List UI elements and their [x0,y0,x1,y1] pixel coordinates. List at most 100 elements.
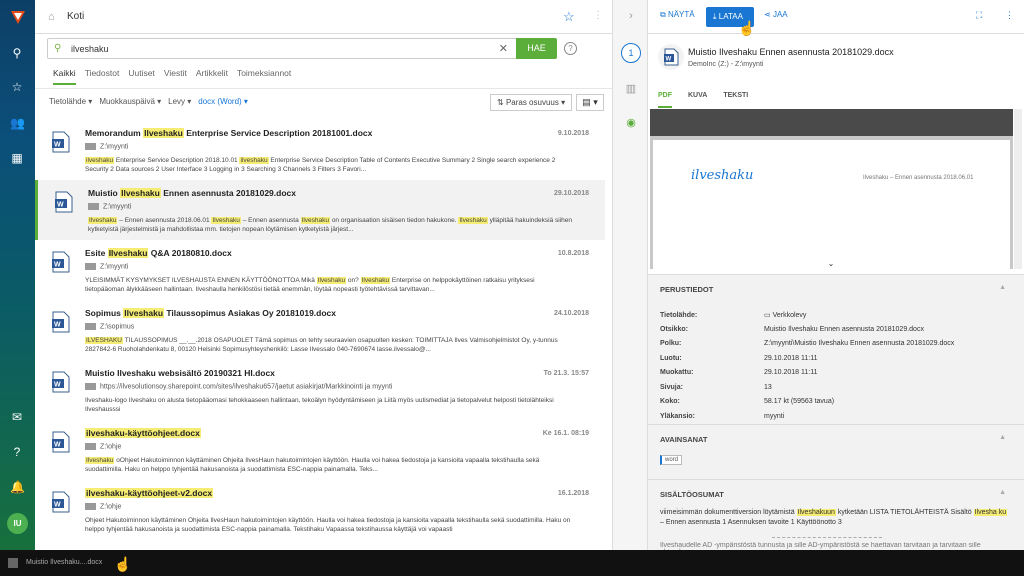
pdf-preview[interactable]: ilveshaku Ilveshaku – Ennen asennusta 20… [650,109,1013,269]
more-icon[interactable]: ⋮ [1005,10,1014,21]
preview-panel: ⧉ NÄYTÄ ⤓ LATAA ⋖ JAA ⛶ ⋮ W Muistio Ilve… [648,0,1024,550]
taskbar: Muistio Ilveshaku....docx [0,550,1024,576]
result-count-badge[interactable]: 1 [621,43,641,63]
highlight: Ilveshaku [107,248,149,258]
svg-text:W: W [54,382,61,389]
page-header-text: Ilveshaku – Ennen asennusta 2018.06.01 [863,175,974,181]
detail-key: Koko: [660,398,680,405]
highlight: Ilveshaku [360,277,391,284]
result-title[interactable]: Memorandum Ilveshaku Enterprise Service … [85,128,605,140]
favorite-star-icon[interactable]: ☆ [563,9,575,25]
result-row[interactable]: W Memorandum Ilveshaku Enterprise Service… [35,120,605,180]
result-title[interactable]: Sopimus Ilveshaku Tilaussopimus Asiakas … [85,308,605,320]
word-doc-icon: W [55,191,73,213]
highlight: Ilveshaku [300,217,331,224]
result-row[interactable]: Wilveshaku-käyttöohjeet-v2.docx 16.1.2018… [35,480,605,540]
result-row[interactable]: W Esite Ilveshaku Q&A 20180810.docx 10.8.2… [35,240,605,300]
star-icon[interactable]: ☆ [10,80,24,94]
result-path: Z:\myynti [85,263,605,273]
chart-icon[interactable]: ▥ [624,82,638,95]
preview-page: ilveshaku Ilveshaku – Ennen asennusta 20… [653,140,1010,269]
tab-uutiset[interactable]: Uutiset [128,68,154,83]
tab-teksti[interactable]: TEKSTI [723,92,748,106]
result-date: To 21.3. 15:57 [543,370,589,377]
highlight: Ilveshaku [316,277,347,284]
section-heading: PERUSTIEDOT [660,285,714,294]
ilveshaku-logo[interactable] [10,9,26,25]
highlight: Ilveshaku [88,217,118,224]
result-title[interactable]: Esite Ilveshaku Q&A 20180810.docx [85,248,605,260]
eye-icon[interactable]: ◉ [624,116,638,129]
detail-value: 29.10.2018 11:11 [764,354,818,362]
result-path: Z:\ohje [85,443,605,453]
svg-text:W: W [57,202,64,209]
apps-icon[interactable]: ▦ [10,151,24,165]
chevron-right-icon[interactable]: › [624,10,638,22]
highlight: ILVESHAKU [85,337,124,344]
result-row[interactable]: W Muistio Ilveshaku Ennen asennusta 20181… [35,180,605,240]
filter-dropdown[interactable]: Tietolähde ▾ [49,97,92,106]
show-button[interactable]: ⧉ NÄYTÄ [660,10,695,20]
sort-dropdown[interactable]: ⇅ Paras osuvuus ▾ [490,94,572,111]
search-icon[interactable]: ⚲ [10,46,24,60]
filter-dropdown[interactable]: Muokkauspäivä ▾ [99,97,161,106]
fullscreen-icon[interactable]: ⛶ [976,10,982,21]
search-button[interactable]: HAE [516,38,557,59]
collapse-icon[interactable]: ▲ [999,284,1006,291]
result-title[interactable]: ilveshaku-käyttöohjeet-v2.docx [85,488,605,500]
taskbar-item[interactable]: Muistio Ilveshaku....docx [26,559,102,566]
tab-kaikki[interactable]: Kaikki [53,68,76,85]
clear-icon[interactable]: ✕ [499,42,508,55]
result-title[interactable]: ilveshaku-käyttöohjeet.docx [85,428,605,440]
detail-value: 29.10.2018 11:11 [764,369,818,376]
result-date: 24.10.2018 [553,310,589,317]
people-icon[interactable]: 👥 [10,116,25,130]
collapse-icon[interactable]: ▲ [999,489,1006,496]
preview-rail: › 1 ▥ ◉ [612,0,648,550]
detail-key: Yläkansio: [660,412,696,420]
avatar[interactable]: IU [7,513,28,534]
detail-value: Muistio Ilveshaku Ennen asennusta 201810… [764,325,924,333]
detail-row: Muokattu: 29.10.2018 11:11 [660,369,817,376]
result-snippet: ilveshaku Enterprise Service Description… [85,157,556,173]
expand-chevron-icon[interactable]: ⌄ [802,259,860,269]
help-icon[interactable]: ? [564,42,577,55]
preview-toolbar: ⧉ NÄYTÄ ⤓ LATAA ⋖ JAA ⛶ ⋮ [648,0,1024,34]
sort-label: Paras osuvuus [505,98,559,107]
tab-pdf[interactable]: PDF [658,92,672,108]
chat-icon[interactable]: ✉ [10,410,24,424]
scrollbar[interactable] [1014,109,1022,269]
bell-icon[interactable]: 🔔 [10,480,25,494]
view-toggle[interactable]: ▤ ▾ [576,94,604,111]
tab-artikkelit[interactable]: Artikkelit [196,68,228,83]
help-icon[interactable]: ? [10,445,24,459]
open-icon: ⧉ [660,10,668,19]
tab-viestit[interactable]: Viestit [164,68,187,83]
share-button[interactable]: ⋖ JAA [764,10,788,19]
match-snippet: viimeisimmän dokumenttiversion löytämist… [660,509,1008,526]
result-row[interactable]: Wilveshaku-käyttöohjeet.docx Ke 16.1. 08:… [35,420,605,480]
result-row[interactable]: W Muistio Ilveshaku websisältö 20190321 H… [35,360,605,420]
side-nav: ⚲ ☆ 👥 ▦ ✉ ? 🔔 IU [0,0,35,550]
result-path: Z:\myynti [88,203,605,213]
filter-dropdown-active[interactable]: docx (Word) ▾ [198,97,248,106]
result-list: W Memorandum Ilveshaku Enterprise Service… [35,120,605,550]
tab-toimeksiannot[interactable]: Toimeksiannot [237,68,291,83]
detail-value: 13 [764,383,772,391]
collapse-icon[interactable]: ▲ [999,434,1006,441]
search-input[interactable]: ilveshaku [71,44,109,54]
result-title[interactable]: Muistio Ilveshaku websisältö 20190321 HI… [85,368,605,380]
result-title[interactable]: Muistio Ilveshaku Ennen asennusta 201810… [88,188,605,200]
detail-value: Z:\myynti\Muistio Ilveshaku Ennen asennu… [764,340,955,347]
result-date: Ke 16.1. 08:19 [542,430,589,437]
keyword-tag[interactable]: word [660,455,683,465]
tab-kuva[interactable]: KUVA [688,92,707,106]
detail-key: Sivuja: [660,383,683,391]
highlight: ilveshaku-käyttöohjeet.docx [85,428,201,438]
result-row[interactable]: W Sopimus Ilveshaku Tilaussopimus Asiakas… [35,300,605,360]
more-icon[interactable]: ⋮ [593,10,603,21]
home-icon[interactable]: ⌂ [48,11,55,23]
filter-dropdown[interactable]: Levy ▾ [168,97,191,106]
tab-tiedostot[interactable]: Tiedostot [85,68,120,83]
folder-icon [88,203,99,210]
